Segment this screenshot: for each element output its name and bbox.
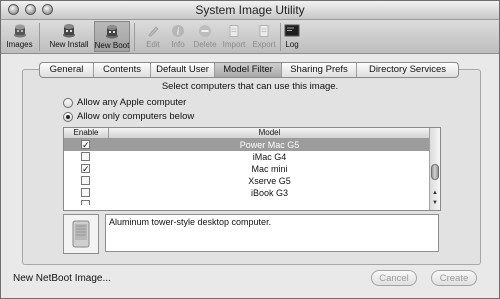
cancel-button[interactable]: Cancel [371, 270, 417, 286]
table-row[interactable]: ✓ Mac mini [64, 163, 430, 175]
table-row[interactable]: iMac G4 [64, 151, 430, 163]
new-boot-icon [103, 24, 121, 40]
allow-any-label: Allow any Apple computer [77, 97, 187, 108]
tab-contents[interactable]: Contents [94, 63, 151, 77]
model-name: Xserve G5 [248, 176, 291, 186]
scrollbar-thumb[interactable] [431, 164, 439, 180]
import-icon [225, 23, 243, 39]
allow-any-radio[interactable] [63, 97, 73, 108]
enable-checkbox[interactable] [81, 200, 90, 205]
toolbar-new-install-button[interactable]: New Install [45, 21, 93, 52]
toolbar-separator [280, 23, 281, 51]
model-description: Aluminum tower-style desktop computer. [105, 214, 439, 252]
allow-only-option[interactable]: Allow only computers below [63, 111, 194, 122]
toolbar-label: Delete [193, 40, 217, 49]
tab-default-user[interactable]: Default User [151, 63, 215, 77]
enable-checkbox[interactable]: ✓ [81, 164, 90, 174]
toolbar-export-button[interactable]: Export [250, 21, 278, 52]
model-name: iMac G4 [252, 152, 287, 162]
table-header: Enable Model [64, 128, 430, 139]
model-column-header[interactable]: Model [109, 128, 430, 138]
title-bar[interactable]: System Image Utility [1, 1, 499, 20]
svg-text:i: i [177, 27, 180, 38]
toolbar-info-button[interactable]: i Info [167, 21, 189, 52]
toolbar-label: Edit [146, 40, 160, 49]
status-text: New NetBoot Image... [13, 273, 111, 284]
enable-checkbox[interactable] [81, 152, 90, 161]
tab-general[interactable]: General [40, 63, 94, 77]
tab-sharing-prefs[interactable]: Sharing Prefs [282, 63, 357, 77]
table-row[interactable]: Xserve G5 [64, 175, 430, 187]
toolbar-separator [134, 23, 135, 51]
edit-icon [144, 23, 162, 39]
images-icon [11, 23, 29, 39]
toolbar-edit-button[interactable]: Edit [141, 21, 165, 52]
toolbar-label: New Boot [94, 41, 130, 50]
table-row[interactable]: ✓ Power Mac G5 [64, 139, 430, 151]
toolbar-delete-button[interactable]: Delete [192, 21, 218, 52]
allow-only-label: Allow only computers below [77, 111, 195, 122]
table-row-partial[interactable] [64, 199, 430, 205]
table-scrollbar[interactable]: ▲ ▼ [429, 128, 440, 210]
toolbar-label: Log [285, 40, 299, 49]
system-image-utility-window: System Image Utility Images New Install … [0, 0, 500, 299]
tab-directory-services[interactable]: Directory Services [357, 63, 458, 77]
toolbar-images-button[interactable]: Images [4, 21, 35, 52]
toolbar-import-button[interactable]: Import [221, 21, 247, 52]
delete-icon [196, 23, 214, 39]
info-icon: i [169, 23, 187, 39]
new-install-icon [60, 23, 78, 39]
toolbar-new-boot-button[interactable]: New Boot [94, 21, 130, 52]
enable-column-header[interactable]: Enable [64, 128, 109, 138]
allow-any-option[interactable]: Allow any Apple computer [63, 97, 186, 108]
enable-checkbox[interactable] [81, 176, 90, 185]
export-icon [255, 23, 273, 39]
toolbar-label: Images [6, 40, 33, 49]
enable-checkbox[interactable]: ✓ [81, 140, 90, 150]
model-name: Mac mini [251, 164, 288, 174]
scroll-down-arrow-icon[interactable]: ▼ [432, 200, 438, 206]
create-button[interactable]: Create [431, 270, 477, 286]
model-table: Enable Model ✓ Power Mac G5 iMac G4 ✓ Ma… [63, 127, 441, 211]
model-name: iBook G3 [250, 188, 289, 198]
radio-selected-dot [66, 114, 70, 119]
toolbar-log-button[interactable]: Log [283, 21, 301, 52]
model-image-thumbnail [63, 214, 99, 254]
toolbar-label: Export [252, 40, 276, 49]
table-body: ✓ Power Mac G5 iMac G4 ✓ Mac mini Xserve… [64, 139, 430, 205]
toolbar-separator [39, 23, 40, 51]
tab-model-filter[interactable]: Model Filter [215, 63, 282, 77]
window-title: System Image Utility [195, 3, 305, 17]
allow-only-radio[interactable] [63, 111, 73, 122]
toolbar-label: New Install [49, 40, 89, 49]
tab-bar: General Contents Default User Model Filt… [39, 62, 459, 78]
model-name: Power Mac G5 [239, 140, 300, 150]
instruction-text: Select computers that can use this image… [161, 81, 339, 92]
toolbar: Images New Install New Boot Edit i Info … [1, 20, 499, 54]
toolbar-label: Import [222, 40, 246, 49]
enable-checkbox[interactable] [81, 188, 90, 197]
power-mac-icon [72, 220, 90, 248]
toolbar-label: Info [171, 40, 185, 49]
scroll-up-arrow-icon[interactable]: ▲ [432, 190, 438, 196]
table-row[interactable]: iBook G3 [64, 187, 430, 199]
log-icon [283, 23, 301, 39]
